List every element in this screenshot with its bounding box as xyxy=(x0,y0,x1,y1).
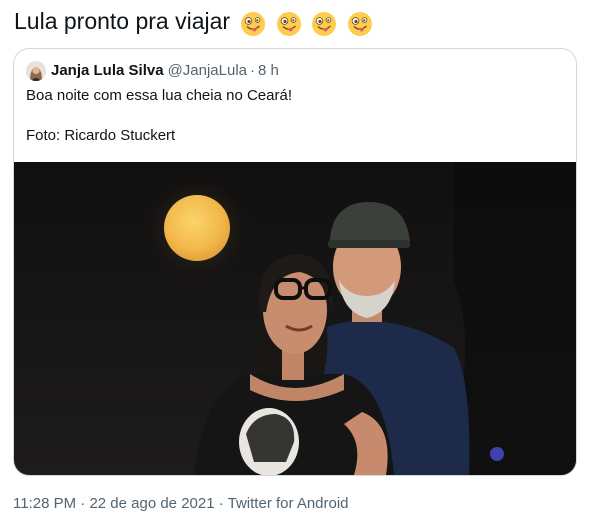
relative-time[interactable]: 8 h xyxy=(258,61,279,81)
tweet-meta: 11:28 PM · 22 de ago de 2021 · Twitter f… xyxy=(13,494,349,514)
quoted-tweet-line-2: Foto: Ricardo Stuckert xyxy=(26,127,176,144)
meta-separator: · xyxy=(80,495,86,512)
display-name[interactable]: Janja Lula Silva xyxy=(51,61,164,81)
user-handle[interactable]: @JanjaLula xyxy=(168,61,247,81)
zany-face-emoji-icon xyxy=(347,11,372,36)
moon xyxy=(164,195,230,261)
quoted-tweet-line-1: Boa noite com essa lua cheia no Ceará! xyxy=(26,87,292,104)
meta-separator: · xyxy=(218,495,224,512)
post-date[interactable]: 22 de ago de 2021 xyxy=(89,495,214,512)
quoted-tweet-text: Boa noite com essa lua cheia no Ceará! F… xyxy=(26,86,292,146)
quoted-tweet-header: Janja Lula Silva @JanjaLula · 8 h xyxy=(26,61,279,81)
zany-face-emoji-icon xyxy=(276,11,301,36)
avatar-image xyxy=(26,61,46,81)
emoji-row xyxy=(240,8,375,38)
tweet-text: Lula pronto pra viajar xyxy=(14,6,376,38)
post-source[interactable]: Twitter for Android xyxy=(228,495,349,512)
quoted-tweet-card[interactable]: Janja Lula Silva @JanjaLula · 8 h Boa no… xyxy=(13,48,577,476)
zany-face-emoji-icon xyxy=(312,11,337,36)
post-time[interactable]: 11:28 PM xyxy=(13,495,76,512)
tweet-text-content: Lula pronto pra viajar xyxy=(14,8,231,34)
avatar[interactable] xyxy=(26,61,46,81)
zany-face-emoji-icon xyxy=(241,11,266,36)
tweet-photo[interactable] xyxy=(14,162,576,475)
header-separator: · xyxy=(250,62,256,79)
